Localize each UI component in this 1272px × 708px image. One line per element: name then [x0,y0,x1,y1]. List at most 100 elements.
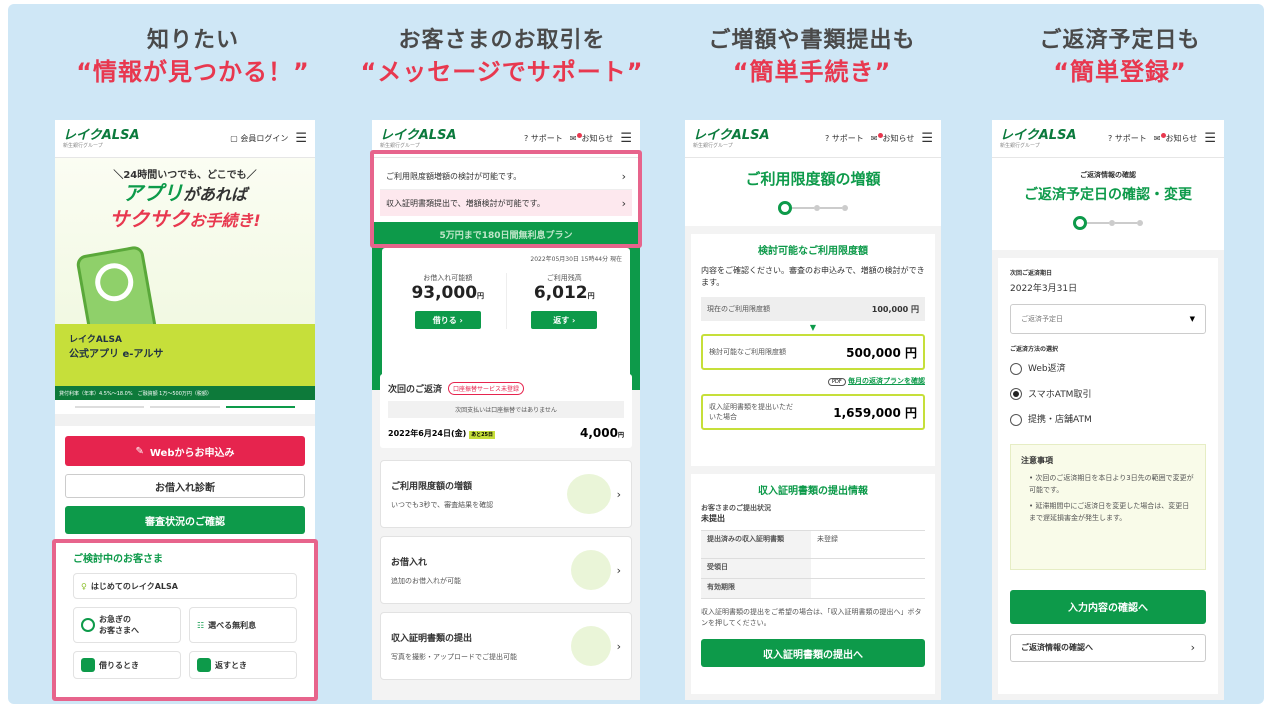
repayment-plan-link[interactable]: 毎月の返済プランを確認 [848,377,925,385]
borrow-button[interactable]: 借りる › [414,311,481,329]
app-sub: 公式アプリ e-アルサ [69,349,164,360]
days-left-badge: あと25日 [469,430,496,439]
banner-line3a: サクサク [109,207,190,231]
highlight-frame-2 [370,150,642,248]
review-status-label: 審査状況のご確認 [145,516,225,528]
loan-diagnosis-button[interactable]: お借入れ診断 [65,474,305,498]
app-name-box: レイクALSA 公式アプリ e-アルサ [55,324,315,386]
next-date-text: 2022年6月24日(金) [388,428,467,438]
brand-logo[interactable]: レイクALSA 新生銀行グループ [693,129,770,149]
debit-status-badge: 口座振替サービス未登録 [448,382,525,395]
chevron-right-icon: › [616,487,621,501]
available-label: お借入れ可能額 [423,274,473,282]
doc-table-row1-label: 提出済みの収入証明書類 [701,531,811,558]
hamburger-menu-icon[interactable]: ☰ [620,132,632,145]
radio-selected-icon [1010,388,1022,400]
pdf-icon: PDF [828,378,846,386]
help-icon: ? [1108,134,1115,143]
hamburger-menu-icon[interactable]: ☰ [295,132,307,145]
person-icon [570,550,611,590]
option-smartphone-atm[interactable]: スマホATM取引 [1010,387,1206,400]
limit-increase-card[interactable]: ご利用限度額の増額 いつでも3秒で、審査結果を確認 › [380,460,632,528]
banner-line2a: アプリ [122,181,183,205]
radio-icon [1010,362,1022,375]
notice-link[interactable]: ✉ お知らせ [569,133,613,144]
notice-item-2: • 延滞期間中にご返済日を変更した場合は、変更日まで遅延損害金が発生します。 [1029,501,1190,522]
login-link[interactable]: ▢ 会員ログイン [230,133,288,144]
banner-line3: サクサクお手続き! [55,207,315,233]
hamburger-menu-icon[interactable]: ☰ [1204,132,1216,145]
document-submit-title: 収入証明書類の提出 [391,633,473,644]
confirm-input-label: 入力内容の確認へ [1068,603,1148,614]
repayment-date-select[interactable]: ご返済予定日 ▼ [1010,304,1206,334]
mail-icon: ✉ [569,134,577,143]
next-payment-title: 次回のご返済 [388,385,443,395]
heading-1-line1: 知りたい [146,28,239,53]
step-icon [1137,220,1143,226]
notice-title: 注意事項 [1021,455,1053,465]
borrow-button-label: 借りる [432,315,457,325]
radio-icon [1010,413,1022,426]
support-link[interactable]: ? サポート [825,133,864,144]
repay-button[interactable]: 返す › [531,311,598,329]
support-label: サポート [831,134,864,143]
support-link[interactable]: ? サポート [524,133,563,144]
doc-limit-label: 収入証明書類を提出いただいた場合 [709,403,793,421]
option-web[interactable]: Web返済 [1010,361,1206,375]
brand-logo[interactable]: レイクALSA 新生銀行グループ [63,129,140,149]
brand-logo[interactable]: レイクALSA 新生銀行グループ [1000,129,1077,149]
doc-table-row3-label: 有効期限 [701,579,811,598]
review-status-button[interactable]: 審査状況のご確認 [65,506,305,534]
web-apply-button[interactable]: ✎ Webからお申込み [65,436,305,466]
page-title: ご利用限度額の増額 [745,170,881,188]
submit-document-button[interactable]: 収入証明書類の提出へ [701,639,925,667]
step-progress [685,201,941,215]
heading-1: 知りたい “情報が見つかる！” [43,26,343,88]
limit-increase-title: ご利用限度額の増額 [391,481,473,492]
heading-4-line1: ご返済予定日も [1039,28,1201,53]
notice-label: お知らせ [882,134,915,143]
chevron-right-icon: › [456,315,463,325]
banner-line3b: お手続き! [189,211,261,230]
carousel-indicator[interactable] [55,400,315,414]
brand-logo-text: レイクALSA [1000,127,1077,143]
heading-2-line2: “メッセージでサポート” [360,58,644,86]
page-subtitle: ご返済情報の確認 [1080,171,1136,179]
confirm-input-button[interactable]: 入力内容の確認へ [1010,589,1206,624]
doc-info-title: 収入証明書類の提出情報 [758,486,868,497]
option-partner-atm[interactable]: 提携・店舗ATM [1010,412,1206,426]
document-info-panel: 収入証明書類の提出情報 お客さまのご提出状況 未提出 提出済みの収入証明書類 未登… [691,474,935,694]
yen-unit: 円 [587,292,595,300]
help-icon: ? [825,134,832,143]
loan-diagnosis-label: お借入れ診断 [155,482,215,494]
balance-value: 6,012 [533,283,588,303]
candidate-limit-value: 500,000 円 [846,345,917,360]
banner-line2b: があれば [182,185,247,204]
help-icon: ? [524,134,531,143]
doc-table-row2-label: 受領日 [701,559,811,578]
document-submit-card[interactable]: 収入証明書類の提出 写真を撮影・アップロードでご提出可能 › [380,612,632,680]
hamburger-menu-icon[interactable]: ☰ [921,132,933,145]
next-payment-amount: 4,000 [580,426,618,440]
notice-link[interactable]: ✉ お知らせ [871,133,915,144]
notice-item-1-text: 次回のご返済期日を本日より3日先の範囲で変更が可能です。 [1029,473,1194,494]
promo-banner[interactable]: ＼24時間いつでも、どこでも／ アプリがあれば サクサクお手続き! レイクALS… [55,158,315,386]
heading-3: ご増額や書類提出も “簡単手続き” [662,26,962,88]
next-payment-date: 2022年6月24日(金) あと25日 [388,428,496,439]
login-label: 会員ログイン [240,134,289,143]
repayment-info-button[interactable]: ご返済情報の確認へ › [1010,633,1206,662]
available-value: 93,000 [411,283,478,303]
borrowing-card[interactable]: お借入れ 追加のお借入れが可能 › [380,536,632,604]
dropdown-arrow-icon: ▼ [1189,315,1195,323]
heading-4: ご返済予定日も “簡単登録” [970,26,1270,88]
yen-unit: 円 [477,292,485,300]
notice-link[interactable]: ✉ お知らせ [1154,133,1197,144]
candidate-limit-label: 検討可能なご利用限度額 [709,348,786,356]
brand-logo[interactable]: レイクALSA 新生銀行グループ [380,129,457,149]
support-link[interactable]: ? サポート [1108,133,1147,144]
person-phone-icon [570,626,611,666]
navbar: レイクALSA 新生銀行グループ ? サポート ✉ お知らせ ☰ [992,120,1224,158]
step-current-icon [778,201,792,215]
page-title: ご返済予定日の確認・変更 [1024,187,1192,203]
step-progress [992,216,1224,230]
